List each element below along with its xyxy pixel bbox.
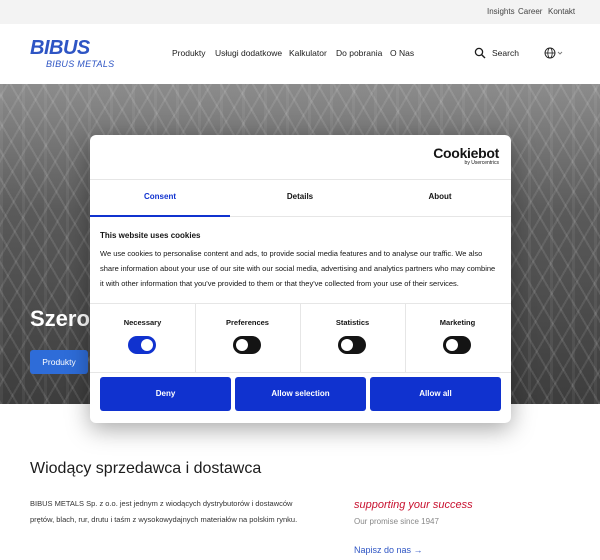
- section-title: Wiodący sprzedawca i dostawca: [30, 460, 262, 477]
- logo[interactable]: BIBUS: [30, 37, 90, 60]
- switch-knob: [341, 339, 353, 351]
- logo-subtitle: BIBUS METALS: [46, 59, 115, 69]
- promise-text: Our promise since 1947: [354, 517, 439, 526]
- nav-o-nas[interactable]: O Nas: [390, 48, 414, 58]
- top-utility-bar: Insights Career Kontakt: [0, 0, 600, 24]
- toggle-label: Marketing: [439, 318, 476, 327]
- nav-produkty[interactable]: Produkty: [172, 48, 206, 58]
- preferences-switch[interactable]: [233, 336, 261, 354]
- dialog-body: We use cookies to personalise content an…: [100, 249, 496, 288]
- search-label[interactable]: Search: [492, 48, 519, 58]
- allow-selection-button[interactable]: Allow selection: [235, 377, 366, 411]
- cookie-consent-dialog: Cookiebot by Usercentrics Consent Detail…: [90, 135, 511, 423]
- toggle-label: Preferences: [226, 318, 269, 327]
- toggle-label: Statistics: [335, 318, 370, 327]
- toggle-statistics: Statistics: [300, 304, 406, 372]
- tab-details[interactable]: Details: [230, 180, 370, 216]
- chevron-down-icon[interactable]: [557, 50, 563, 56]
- toggle-marketing: Marketing: [405, 304, 510, 372]
- dialog-heading: This website uses cookies: [100, 231, 201, 240]
- toggle-necessary: Necessary: [90, 304, 196, 372]
- toggle-preferences: Preferences: [195, 304, 301, 372]
- switch-knob: [446, 339, 458, 351]
- deny-button[interactable]: Deny: [100, 377, 231, 411]
- switch-knob: [141, 339, 153, 351]
- consent-tabs: Consent Details About: [90, 179, 511, 217]
- tab-consent-label: Consent: [144, 192, 176, 201]
- consent-toggles: Necessary Preferences Statistics Marketi…: [90, 303, 511, 373]
- tagline: supporting your success: [354, 499, 473, 511]
- site-header: BIBUS BIBUS METALS Produkty Usługi dodat…: [0, 24, 600, 84]
- cookiebot-brand: Cookiebot: [433, 145, 499, 161]
- necessary-switch[interactable]: [128, 336, 156, 354]
- toggle-label: Necessary: [123, 318, 162, 327]
- consent-buttons: Deny Allow selection Allow all: [90, 377, 511, 411]
- hero-products-button[interactable]: Produkty: [30, 350, 88, 374]
- statistics-switch[interactable]: [338, 336, 366, 354]
- search-icon[interactable]: [474, 47, 486, 59]
- kontakt-link[interactable]: Kontakt: [548, 7, 575, 16]
- nav-kalkulator[interactable]: Kalkulator: [289, 48, 327, 58]
- globe-icon[interactable]: [544, 47, 556, 59]
- career-link[interactable]: Career: [518, 7, 542, 16]
- contact-link[interactable]: Napisz do nas →: [354, 545, 423, 555]
- switch-knob: [236, 339, 248, 351]
- cookiebot-logo: Cookiebot by Usercentrics: [433, 145, 499, 166]
- marketing-switch[interactable]: [443, 336, 471, 354]
- tab-about[interactable]: About: [370, 180, 510, 216]
- insights-link[interactable]: Insights: [487, 7, 515, 16]
- tab-consent[interactable]: Consent: [90, 180, 230, 217]
- allow-all-button[interactable]: Allow all: [370, 377, 501, 411]
- active-tab-indicator: [90, 215, 230, 217]
- nav-do-pobrania[interactable]: Do pobrania: [336, 48, 382, 58]
- section-text: BIBUS METALS Sp. z o.o. jest jednym z wi…: [30, 499, 298, 524]
- nav-uslugi-dodatkowe[interactable]: Usługi dodatkowe: [215, 48, 282, 58]
